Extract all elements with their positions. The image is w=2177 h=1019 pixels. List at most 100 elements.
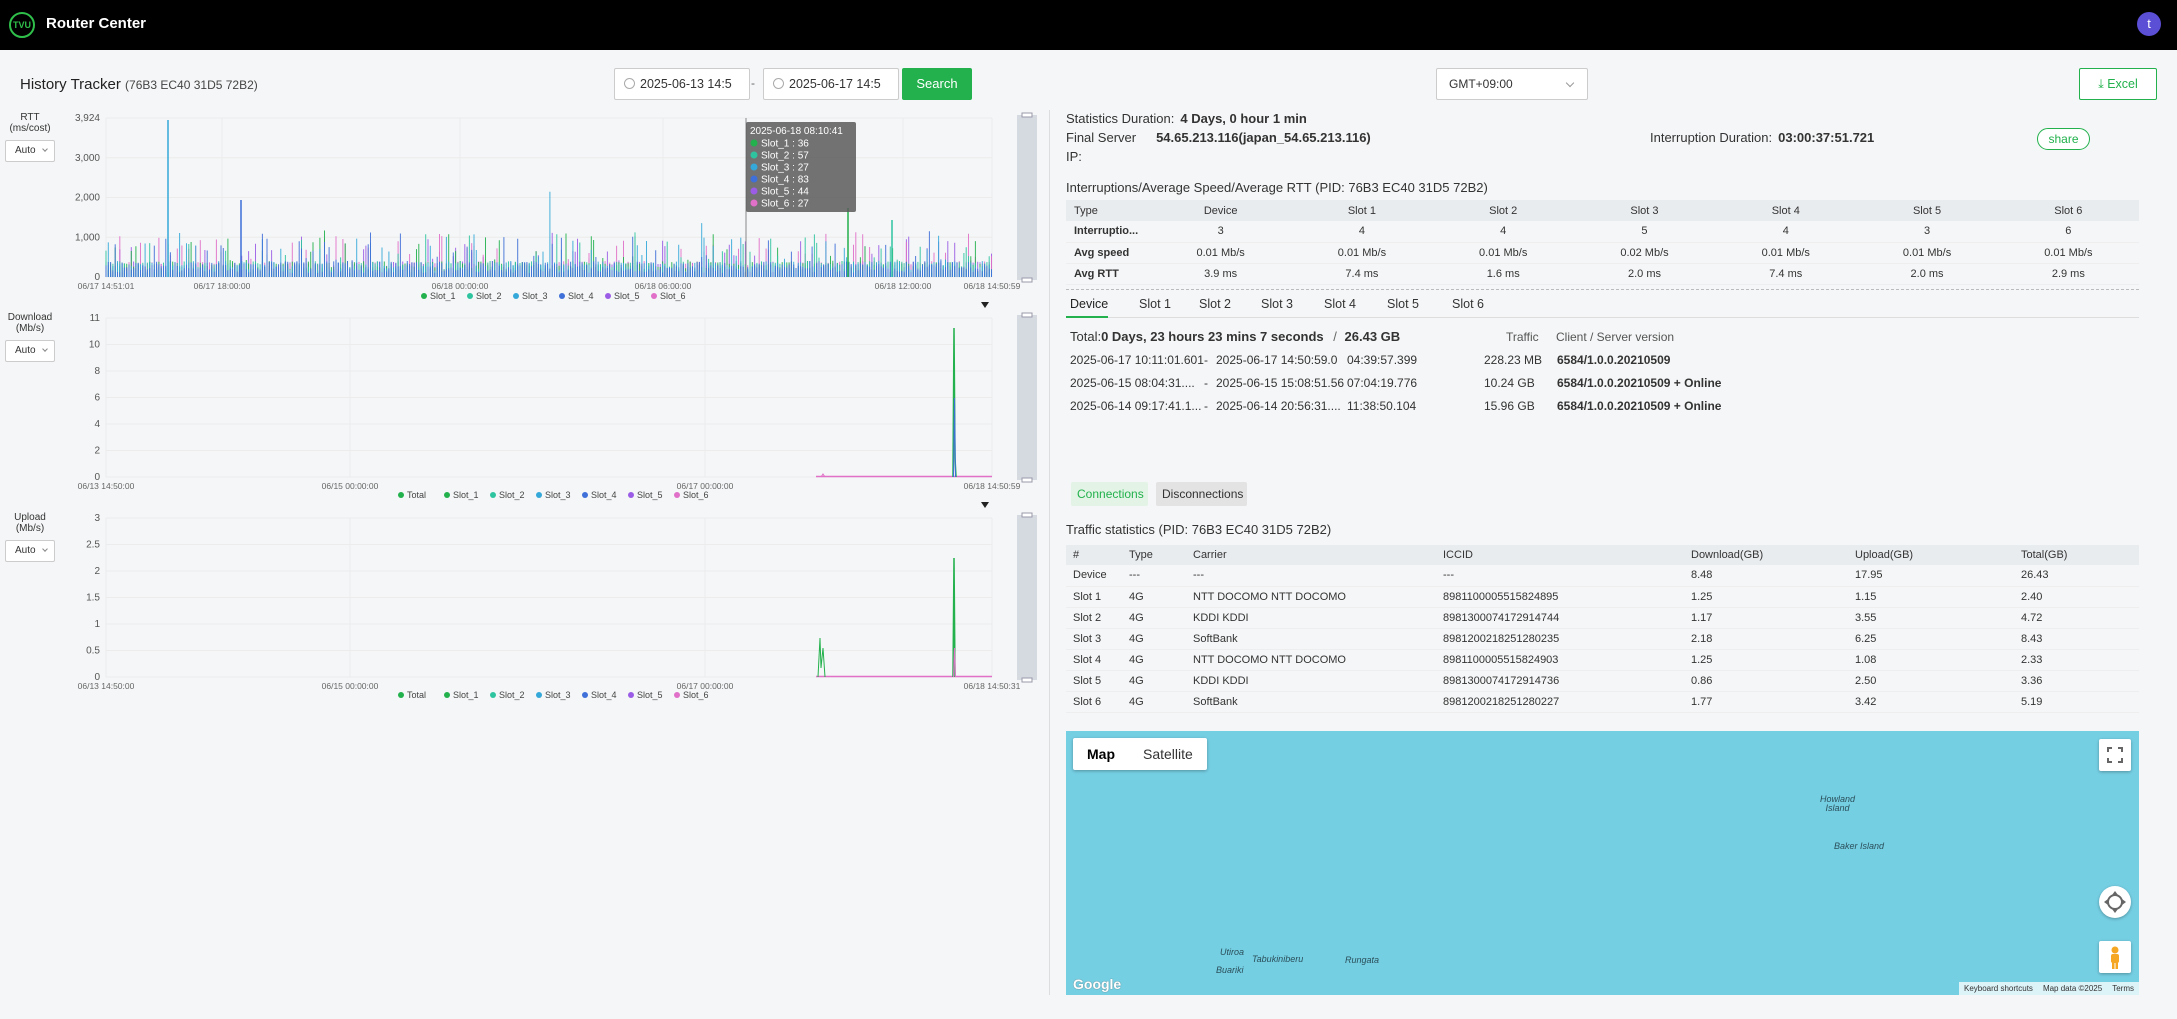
upload-y-axis-label: Upload (Mb/s)	[14, 512, 46, 534]
table-cell: 7.4 ms	[1715, 263, 1857, 285]
legend-label[interactable]: Slot_4	[568, 291, 594, 301]
legend-label[interactable]: Slot_3	[545, 490, 571, 500]
legend-label[interactable]: Slot_6	[683, 690, 709, 700]
legend-label[interactable]: Slot_4	[591, 490, 617, 500]
zoom-scrollbar[interactable]	[1017, 115, 1037, 280]
camera-control-button[interactable]	[2099, 886, 2131, 918]
legend-label[interactable]: Slot_2	[499, 690, 525, 700]
zoom-handle-bottom[interactable]	[1021, 477, 1033, 483]
legend-marker	[628, 492, 634, 498]
tab-slot-3[interactable]: Slot 3	[1261, 297, 1293, 311]
table-row: Slot 3 4G SoftBank 8981200218251280235 2.18 6…	[1066, 628, 2139, 650]
tab-slot-1[interactable]: Slot 1	[1139, 297, 1171, 311]
table-cell: ---	[1122, 565, 1186, 587]
zoom-handle-top[interactable]	[1021, 512, 1033, 518]
legend-label[interactable]: Slot_6	[683, 490, 709, 500]
legend-label[interactable]: Slot_1	[453, 490, 479, 500]
legend-label[interactable]: Slot_1	[453, 690, 479, 700]
legend-label[interactable]: Total	[407, 690, 426, 700]
legend-label[interactable]: Slot_4	[591, 690, 617, 700]
legend-label[interactable]: Slot_5	[614, 291, 640, 301]
rtt-chart[interactable]: 3,9243,0002,0001,000006/17 14:51:01 06/17…	[60, 108, 1040, 308]
tab-slot-6[interactable]: Slot 6	[1452, 297, 1484, 311]
tooltip-marker	[750, 199, 758, 207]
table-cell: 8.43	[2014, 628, 2139, 650]
fullscreen-button[interactable]	[2099, 739, 2131, 771]
table-cell: 3.9 ms	[1150, 263, 1292, 285]
tab-slot-2[interactable]: Slot 2	[1199, 297, 1231, 311]
table-row: Slot 2 4G KDDI KDDI 8981300074172914744 1.17…	[1066, 607, 2139, 629]
zoom-handle-bottom[interactable]	[1021, 677, 1033, 683]
legend-label[interactable]: Slot_5	[637, 490, 663, 500]
rtt-scale-select[interactable]: Auto	[5, 140, 55, 162]
zoom-handle-top[interactable]	[1021, 112, 1033, 118]
legend-label[interactable]: Slot_6	[660, 291, 686, 301]
disconnections-button[interactable]: Disconnections	[1156, 482, 1247, 506]
zoom-scrollbar[interactable]	[1017, 315, 1037, 480]
satellite-type-button[interactable]: Satellite	[1129, 738, 1207, 770]
table-cell: 26.43	[2014, 565, 2139, 587]
tooltip-time: 2025-06-18 08:10:41	[750, 126, 843, 137]
traffic-title-text: Traffic statistics	[1066, 522, 1155, 537]
legend-label[interactable]: Slot_2	[499, 490, 525, 500]
table-cell: SoftBank	[1186, 691, 1436, 713]
legend-label[interactable]: Slot_5	[637, 690, 663, 700]
map-type-button[interactable]: Map	[1073, 738, 1129, 770]
tooltip-item: Slot_3 : 27	[761, 163, 809, 174]
zoom-scrollbar[interactable]	[1017, 515, 1037, 680]
legend-label[interactable]: Slot_2	[476, 291, 502, 301]
table-cell: 1.25	[1684, 649, 1848, 671]
user-avatar[interactable]: t	[2137, 12, 2161, 36]
x-tick-label: 06/18 00:00:00	[432, 281, 489, 291]
session-end: 2025-06-15 15:08:51.56	[1216, 376, 1345, 390]
share-button[interactable]: share	[2037, 128, 2090, 150]
interruption-duration-label: Interruption Duration:	[1650, 130, 1773, 145]
table-cell: 2.0 ms	[1573, 263, 1716, 285]
legend-label[interactable]: Slot_3	[545, 690, 571, 700]
map-view[interactable]: Map Satellite Howland Island Baker Island…	[1066, 731, 2139, 995]
upload-chart[interactable]: 32.521.510.5006/13 14:50:00 06/15 00:00:0…	[60, 508, 1040, 708]
zoom-handle-bottom[interactable]	[1021, 277, 1033, 283]
legend-marker	[513, 293, 519, 299]
excel-export-button[interactable]: ⤓ Excel	[2079, 68, 2157, 100]
column-header: Slot 2	[1432, 200, 1574, 221]
download-scale-select[interactable]: Auto	[5, 340, 55, 362]
terms-link[interactable]: Terms	[2107, 984, 2139, 993]
ip-label: IP:	[1066, 149, 1082, 164]
search-button[interactable]: Search	[902, 68, 972, 100]
tab-slot-5[interactable]: Slot 5	[1387, 297, 1419, 311]
chevron-down-icon	[42, 146, 48, 152]
end-date-input[interactable]: 2025-06-17 14:5	[763, 68, 899, 100]
tooltip-item: Slot_1 : 36	[761, 139, 809, 150]
tab-device[interactable]: Device	[1070, 297, 1108, 311]
session-traffic: 10.24 GB	[1484, 376, 1535, 390]
timezone-select[interactable]: GMT+09:00	[1436, 68, 1588, 100]
session-end: 2025-06-14 20:56:31....	[1216, 399, 1341, 413]
legend-label[interactable]: Slot_1	[430, 291, 456, 301]
connections-button[interactable]: Connections	[1071, 482, 1148, 506]
legend-marker	[444, 692, 450, 698]
column-header: Device	[1150, 200, 1292, 221]
tooltip-item: Slot_4 : 83	[761, 175, 809, 186]
legend-label[interactable]: Total	[407, 490, 426, 500]
legend-marker	[582, 492, 588, 498]
date-separator: -	[751, 76, 755, 90]
table-cell: 6	[1997, 221, 2139, 243]
session-duration: 04:39:57.399	[1347, 353, 1418, 367]
table-cell: 1.17	[1684, 607, 1848, 629]
x-tick-label: 06/18 06:00:00	[635, 281, 692, 291]
street-view-button[interactable]	[2099, 941, 2131, 973]
keyboard-shortcuts-link[interactable]: Keyboard shortcuts	[1959, 984, 2038, 993]
interruptions-title-pid: (PID: 76B3 EC40 31D5 72B2)	[1315, 180, 1488, 195]
sessions-total-separator: /	[1333, 329, 1337, 344]
tab-slot-4[interactable]: Slot 4	[1324, 297, 1356, 311]
series-line	[105, 232, 992, 277]
map-place-label: Utiroa	[1220, 947, 1245, 957]
download-chart[interactable]: 11108642006/13 14:50:00 06/15 00:00:00 06/…	[60, 308, 1040, 508]
chevron-down-icon	[42, 546, 48, 552]
legend-label[interactable]: Slot_3	[522, 291, 548, 301]
start-date-input[interactable]: 2025-06-13 14:5	[614, 68, 750, 100]
upload-scale-select[interactable]: Auto	[5, 540, 55, 562]
table-cell: 0.02 Mb/s	[1573, 242, 1716, 264]
zoom-handle-top[interactable]	[1021, 312, 1033, 318]
